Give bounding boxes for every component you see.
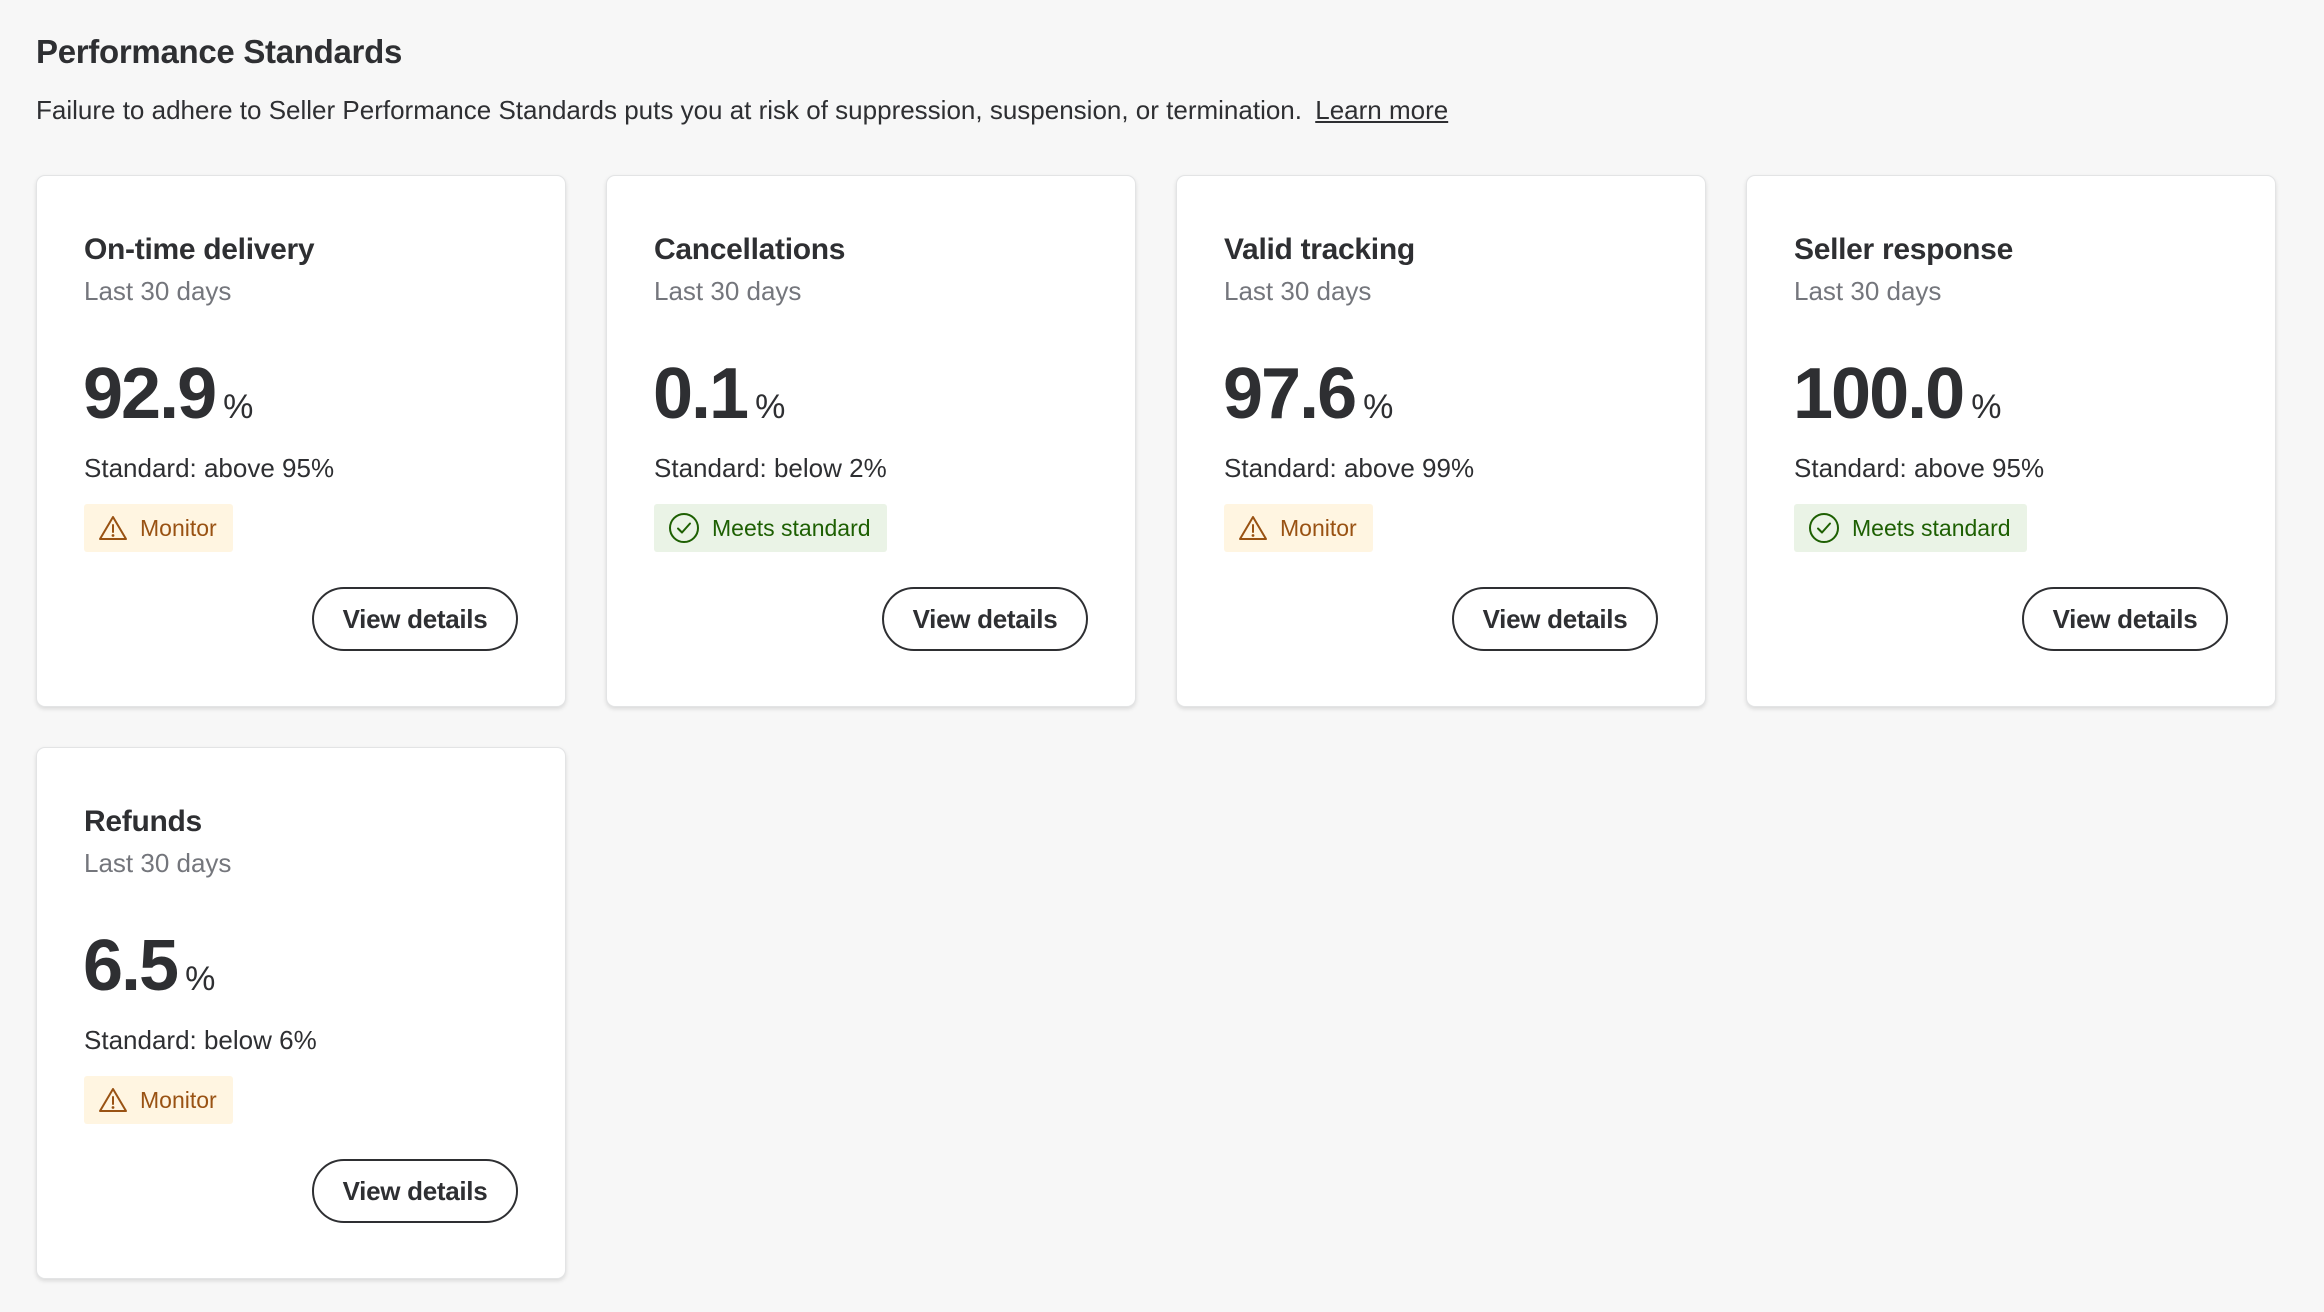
- warning-icon: [98, 1086, 128, 1114]
- view-details-button[interactable]: View details: [882, 587, 1088, 651]
- metric-display: 100.0 %: [1793, 354, 2001, 447]
- card-period: Last 30 days: [1224, 276, 1372, 306]
- status-badge: Monitor: [84, 504, 233, 552]
- card-title: Seller response: [1794, 233, 2013, 266]
- status-badge: Meets standard: [1794, 504, 2027, 552]
- metric-value: 100.0: [1793, 354, 1965, 434]
- warning-icon: [1238, 514, 1268, 542]
- metrics-grid: On-time delivery Last 30 days 92.9 % Sta…: [36, 175, 2276, 1279]
- page-title: Performance Standards: [36, 33, 402, 70]
- metric-card-refunds: Refunds Last 30 days 6.5 % Standard: bel…: [36, 747, 566, 1279]
- description-text: Failure to adhere to Seller Performance …: [36, 95, 1302, 125]
- status-label: Meets standard: [1852, 514, 2011, 541]
- status-label: Monitor: [1280, 514, 1357, 541]
- metric-value: 92.9: [83, 354, 217, 434]
- metric-display: 6.5 %: [83, 926, 215, 1019]
- metric-display: 92.9 %: [83, 354, 253, 447]
- card-period: Last 30 days: [84, 276, 232, 306]
- card-period: Last 30 days: [84, 848, 232, 878]
- metric-unit: %: [185, 960, 216, 998]
- metric-value: 0.1: [653, 354, 749, 434]
- metric-value: 6.5: [83, 926, 179, 1006]
- metric-card-valid-tracking: Valid tracking Last 30 days 97.6 % Stand…: [1176, 175, 1706, 707]
- metric-card-seller-response: Seller response Last 30 days 100.0 % Sta…: [1746, 175, 2276, 707]
- metric-display: 97.6 %: [1223, 354, 1393, 447]
- view-details-button[interactable]: View details: [2022, 587, 2228, 651]
- view-details-button[interactable]: View details: [1452, 587, 1658, 651]
- view-details-button[interactable]: View details: [312, 587, 518, 651]
- card-title: Valid tracking: [1224, 233, 1415, 266]
- card-title: Refunds: [84, 805, 202, 838]
- status-badge: Monitor: [84, 1076, 233, 1124]
- metric-value: 97.6: [1223, 354, 1357, 434]
- standard-text: Standard: below 2%: [654, 453, 887, 483]
- card-title: On-time delivery: [84, 233, 315, 266]
- check-circle-icon: [1808, 512, 1840, 544]
- metric-unit: %: [755, 388, 786, 426]
- status-badge: Monitor: [1224, 504, 1373, 552]
- status-label: Monitor: [140, 514, 217, 541]
- standard-text: Standard: below 6%: [84, 1025, 317, 1055]
- metric-unit: %: [223, 388, 254, 426]
- page-description: Failure to adhere to Seller Performance …: [36, 92, 1448, 128]
- status-badge: Meets standard: [654, 504, 887, 552]
- card-period: Last 30 days: [654, 276, 802, 306]
- standard-text: Standard: above 95%: [84, 453, 335, 483]
- standard-text: Standard: above 95%: [1794, 453, 2045, 483]
- card-title: Cancellations: [654, 233, 846, 266]
- view-details-button[interactable]: View details: [312, 1159, 518, 1223]
- check-circle-icon: [668, 512, 700, 544]
- status-label: Monitor: [140, 1086, 217, 1113]
- status-label: Meets standard: [712, 514, 871, 541]
- metric-card-on-time-delivery: On-time delivery Last 30 days 92.9 % Sta…: [36, 175, 566, 707]
- warning-icon: [98, 514, 128, 542]
- card-period: Last 30 days: [1794, 276, 1942, 306]
- metric-unit: %: [1971, 388, 2002, 426]
- metric-display: 0.1 %: [653, 354, 785, 447]
- metric-card-cancellations: Cancellations Last 30 days 0.1 % Standar…: [606, 175, 1136, 707]
- standard-text: Standard: above 99%: [1224, 453, 1475, 483]
- metric-unit: %: [1363, 388, 1394, 426]
- learn-more-link[interactable]: Learn more: [1315, 95, 1448, 125]
